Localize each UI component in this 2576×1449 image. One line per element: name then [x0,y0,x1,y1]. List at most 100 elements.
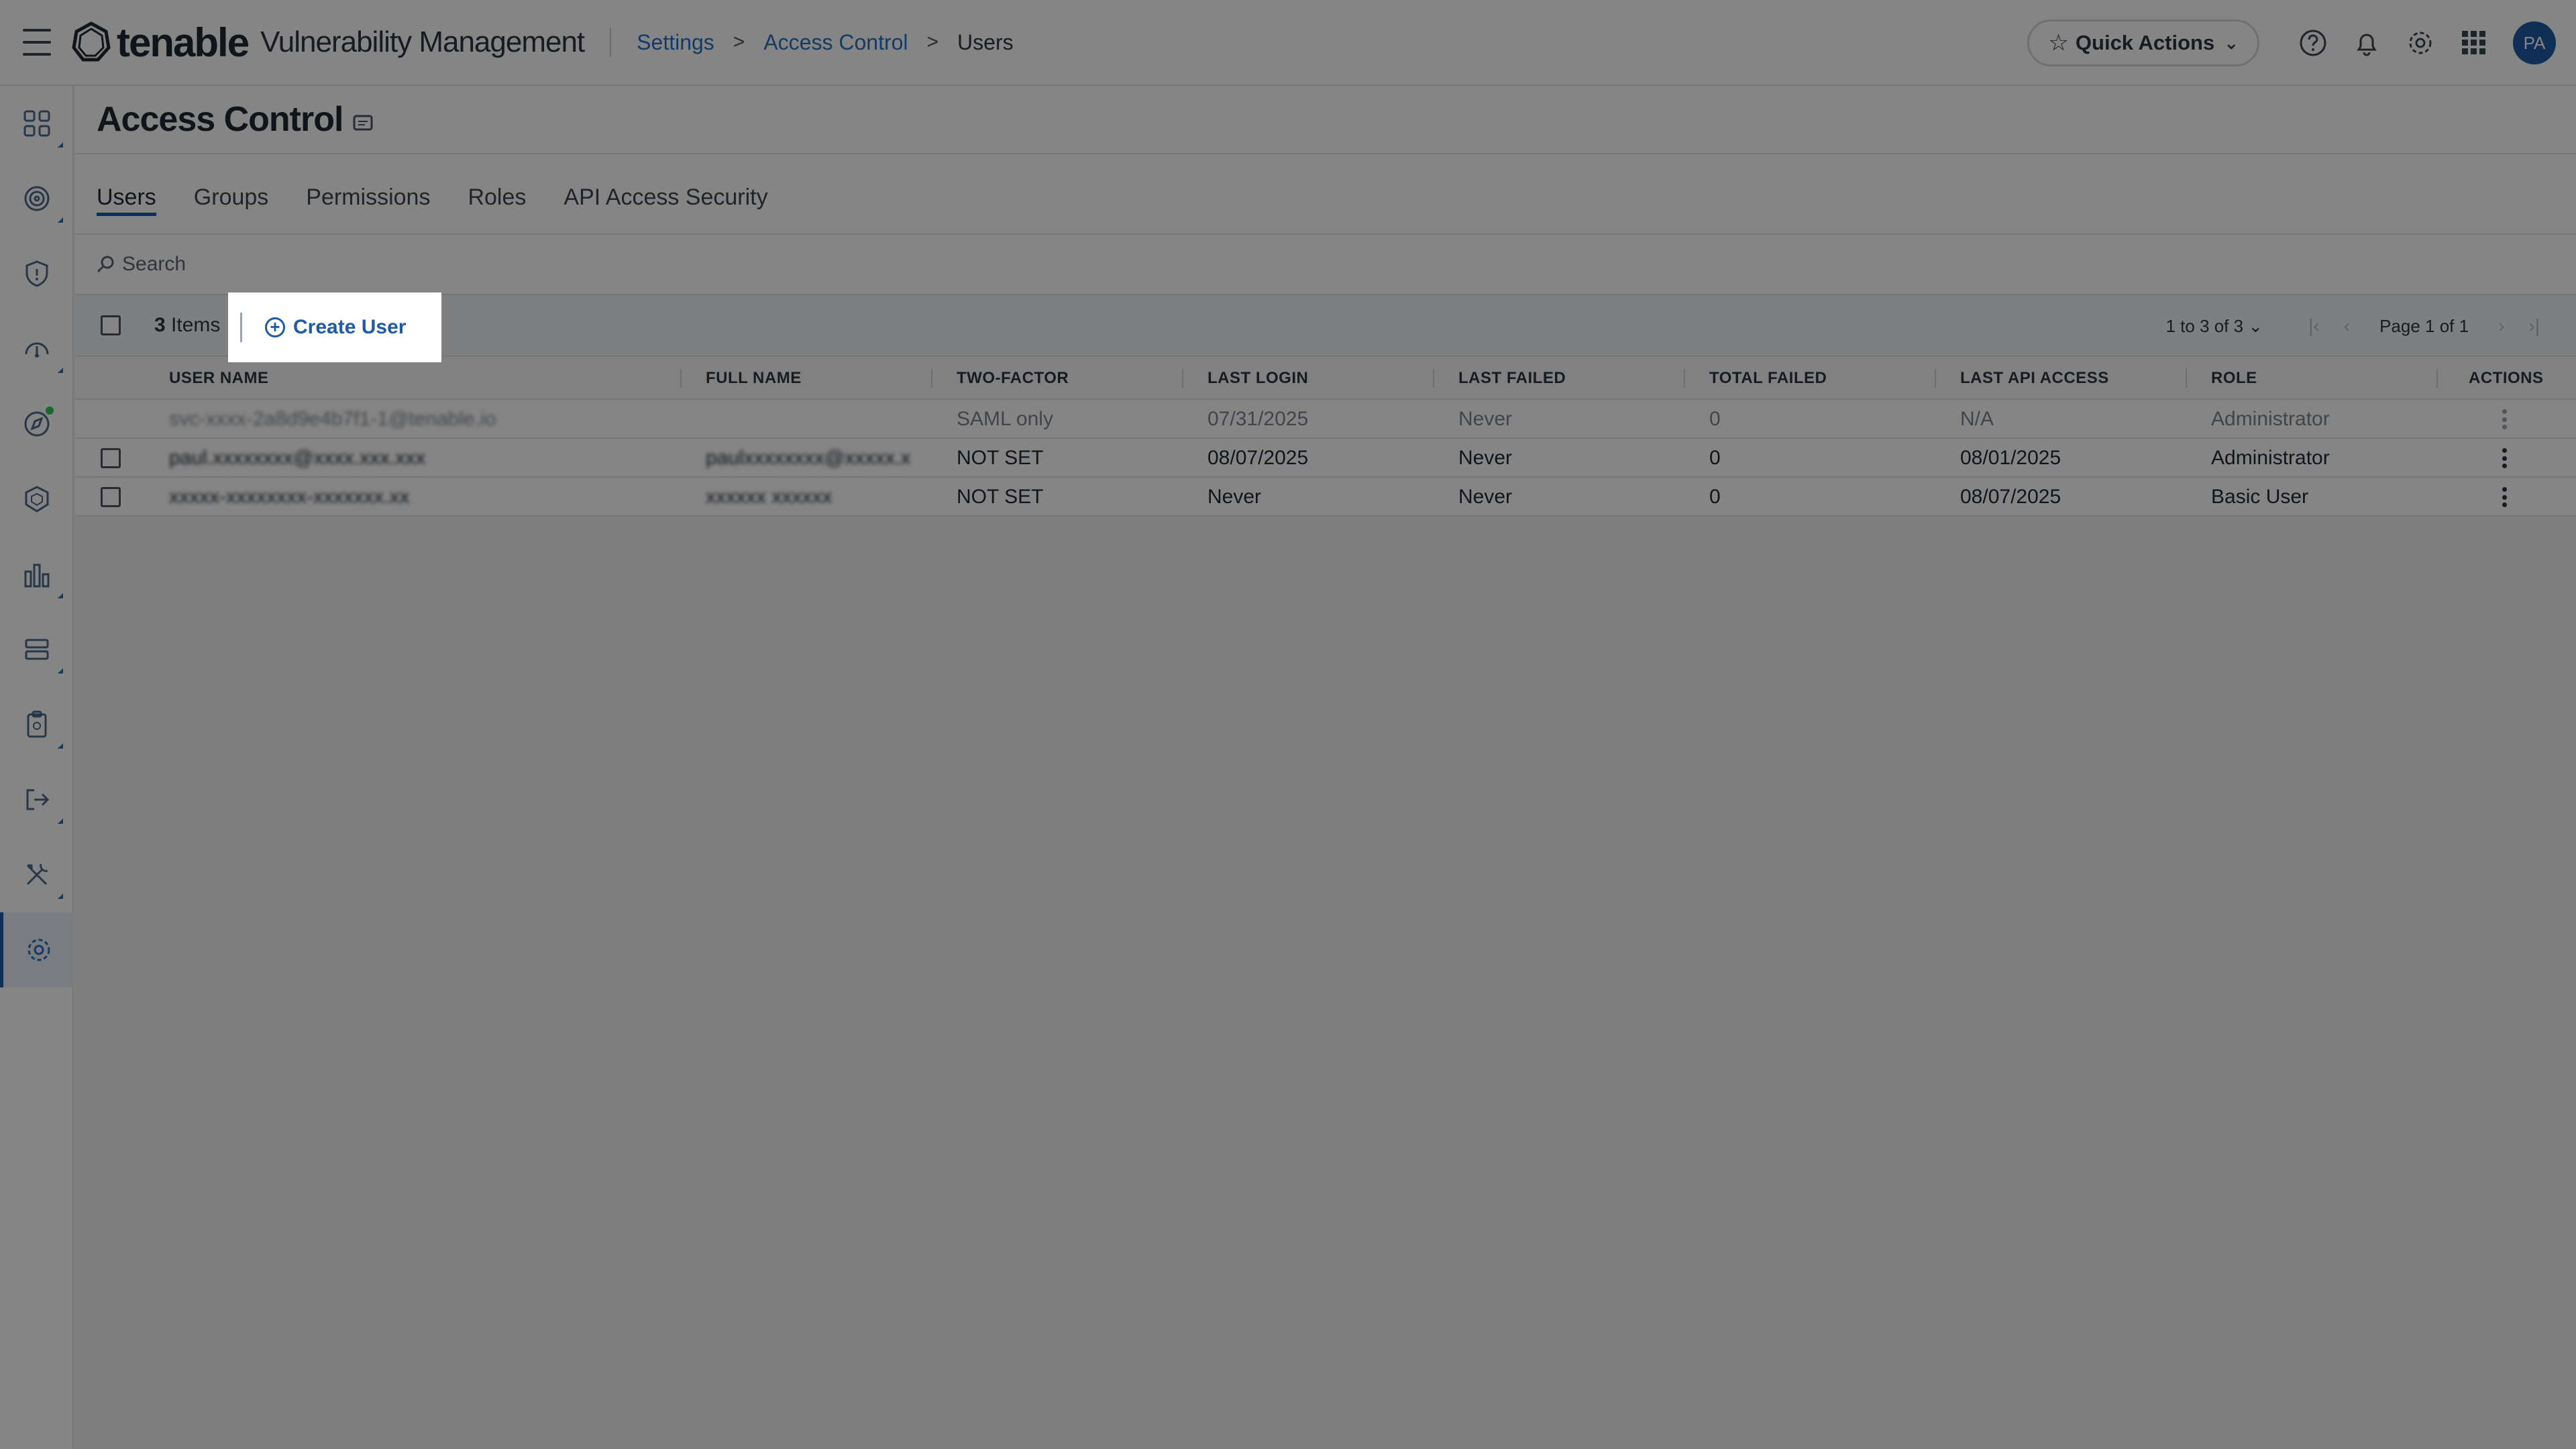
table-row[interactable]: svc-xxxx-2a8d9e4b7f1-1@tenable.io SAML o… [75,400,2576,439]
column-header-last-failed[interactable]: LAST FAILED [1458,357,1566,400]
nav-item-settings[interactable] [0,912,74,987]
column-resizer[interactable] [1684,369,1685,388]
tenable-logo-icon [72,21,111,62]
cell-last-api-access: 08/01/2025 [1960,447,2061,469]
tab-permissions[interactable]: Permissions [306,184,430,233]
column-header-actions: ACTIONS [2469,369,2544,387]
cell-last-login: 07/31/2025 [1208,408,1309,430]
column-resizer[interactable] [931,369,932,388]
breadcrumb-settings[interactable]: Settings [637,30,714,55]
nav-item-sensors[interactable] [0,612,74,687]
product-name: Vulnerability Management [260,25,585,58]
gear-icon [2409,32,2432,54]
help-button[interactable] [2286,16,2340,70]
row-actions-kebab-icon[interactable] [2502,407,2509,432]
nav-item-scans[interactable] [0,311,74,386]
tab-bar: Users Groups Permissions Roles API Acces… [75,154,2576,235]
cell-last-failed: Never [1458,447,1513,469]
column-header-last-login[interactable]: LAST LOGIN [1208,357,1308,400]
breadcrumb-users: Users [957,30,1014,54]
chevron-down-icon: ⌄ [2248,315,2263,336]
header-divider [610,28,612,57]
hamburger-menu-button[interactable] [0,0,74,85]
page-label: Page 1 of 1 [2379,315,2469,336]
tab-roles[interactable]: Roles [468,184,526,233]
column-resizer[interactable] [1935,369,1936,388]
logo-text: tenable [117,19,250,65]
app-switcher-button[interactable] [2447,16,2501,70]
breadcrumb: Settings > Access Control > Users [637,30,1013,55]
quick-actions-label: Quick Actions [2075,31,2215,54]
tab-groups[interactable]: Groups [194,184,269,233]
info-card-icon[interactable] [352,113,375,133]
create-user-label: Create User [293,316,407,338]
submenu-indicator [58,217,63,223]
column-resizer[interactable] [680,369,682,388]
nav-item-findings[interactable] [0,236,74,311]
nav-item-dashboards[interactable] [0,86,74,161]
submenu-indicator [58,668,63,674]
column-resizer[interactable] [2186,369,2187,388]
next-page-icon[interactable]: › [2498,315,2504,337]
row-checkbox[interactable] [101,487,121,507]
help-icon [2300,30,2326,56]
nav-item-tools[interactable] [0,837,74,912]
column-header-role[interactable]: ROLE [2211,357,2257,400]
cell-user-name: svc-xxxx-2a8d9e4b7f1-1@tenable.io [169,408,496,430]
table-header: USER NAME FULL NAME TWO-FACTOR LAST LOGI… [75,357,2576,400]
nav-item-assets[interactable] [0,462,74,537]
column-header-two-factor[interactable]: TWO-FACTOR [957,357,1069,400]
gauge-icon [25,342,49,358]
tab-users[interactable]: Users [97,184,156,233]
app-logo[interactable]: tenable Vulnerability Management [70,0,585,85]
cell-last-api-access: 08/07/2025 [1960,486,2061,508]
first-page-icon[interactable]: |‹ [2308,315,2320,337]
prev-page-icon[interactable]: ‹ [2344,315,2350,337]
search-input[interactable]: Search [75,235,2576,295]
users-table: USER NAME FULL NAME TWO-FACTOR LAST LOGI… [75,357,2576,517]
target-icon [24,186,50,211]
row-actions-kebab-icon[interactable] [2502,484,2509,510]
tools-icon [26,863,48,885]
table-row[interactable]: paul.xxxxxxxx@xxxx.xxx.xxx paulxxxxxxxx@… [75,439,2576,478]
tab-api-access-security[interactable]: API Access Security [564,184,767,233]
page-title: Access Control [97,100,343,139]
page-range-select[interactable]: 1 to 3 of 3 ⌄ [2165,316,2263,337]
cell-last-api-access: N/A [1960,408,1994,430]
user-avatar[interactable]: PA [2513,21,2556,64]
cell-total-failed: 0 [1709,447,1721,469]
nav-item-exports[interactable] [0,762,74,837]
submenu-indicator [58,142,63,148]
last-page-icon[interactable]: ›| [2528,315,2540,337]
quick-actions-button[interactable]: ☆ Quick Actions ⌄ [2027,19,2259,66]
nav-item-explore[interactable] [0,386,74,462]
column-header-last-api-access[interactable]: LAST API ACCESS [1960,357,2109,400]
create-user-button[interactable]: + Create User [228,292,441,362]
column-resizer[interactable] [1433,369,1434,388]
submenu-indicator [58,368,63,373]
plus-circle-icon: + [265,317,285,337]
cube-shield-icon [25,486,49,513]
column-header-user-name[interactable]: USER NAME [169,357,269,400]
table-row[interactable]: xxxxx-xxxxxxxx-xxxxxxx.xx xxxxxx xxxxxx … [75,478,2576,517]
pagination: 1 to 3 of 3 ⌄ |‹ ‹ Page 1 of 1 › ›| [2165,295,2552,357]
nav-item-reports[interactable] [0,537,74,612]
cell-role: Basic User [2211,486,2309,508]
row-actions-kebab-icon[interactable] [2502,445,2509,471]
cell-role: Administrator [2211,408,2330,430]
notifications-button[interactable] [2340,16,2394,70]
select-all-checkbox[interactable] [101,315,121,335]
row-checkbox[interactable] [101,448,121,468]
breadcrumb-separator: > [926,31,939,53]
items-count: 3 Items [154,314,220,337]
nav-item-policies[interactable] [0,687,74,762]
column-header-total-failed[interactable]: TOTAL FAILED [1709,357,1827,400]
column-header-full-name[interactable]: FULL NAME [706,357,802,400]
bar-chart-icon [24,564,50,588]
column-resizer[interactable] [2436,369,2438,388]
nav-item-exposure[interactable] [0,161,74,236]
settings-button[interactable] [2394,16,2447,70]
breadcrumb-access-control[interactable]: Access Control [763,30,908,55]
column-resizer[interactable] [1182,369,1183,388]
hamburger-icon [23,24,51,60]
